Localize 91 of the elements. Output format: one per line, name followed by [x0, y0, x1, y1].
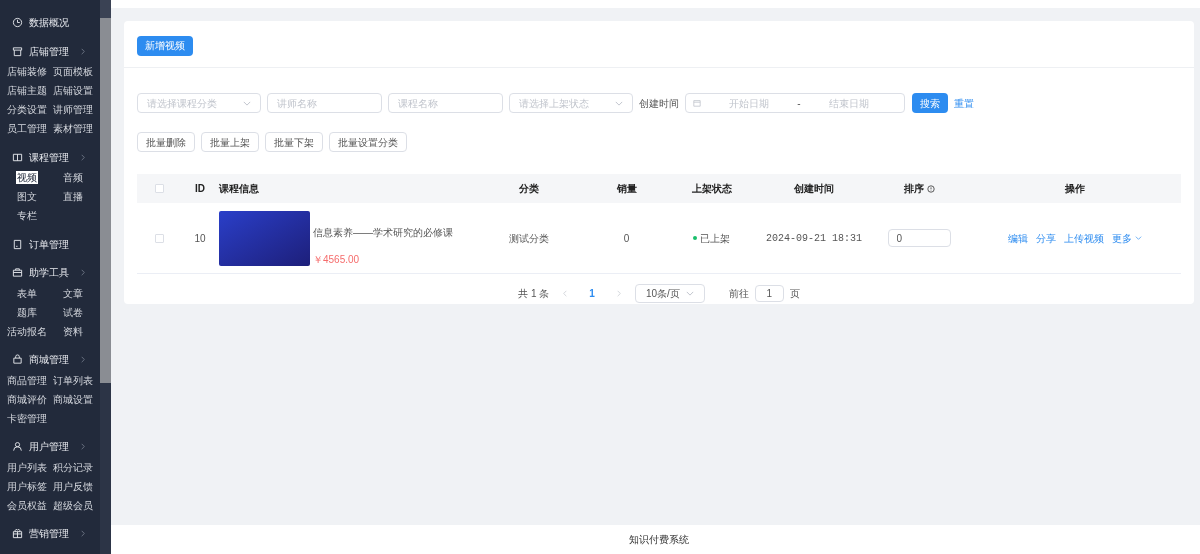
- sidebar-item[interactable]: 直播: [62, 190, 84, 204]
- chevron-down-icon: [1135, 236, 1142, 240]
- calendar-icon: [693, 99, 701, 107]
- course-title: 信息素养——学术研究的必修课: [313, 225, 453, 240]
- row-checkbox[interactable]: [154, 233, 164, 243]
- column-header: 创建时间: [794, 182, 834, 196]
- sidebar-group-header[interactable]: 营销管理: [0, 525, 100, 543]
- column-header: ID: [195, 182, 205, 196]
- toolbox-icon: [12, 267, 23, 279]
- id-cell-text: 10: [194, 231, 206, 246]
- sidebar-group-header[interactable]: 数据概况: [0, 14, 100, 31]
- batch-button[interactable]: 批量上架: [201, 132, 259, 152]
- column-header: 分类: [519, 182, 539, 196]
- chevron-down-icon: [685, 291, 694, 296]
- sidebar-group-header[interactable]: 店铺管理: [0, 42, 100, 60]
- course-name-field[interactable]: 课程名称: [388, 93, 503, 113]
- date-label: 创建时间: [639, 96, 679, 111]
- page-suffix: 页: [789, 287, 800, 301]
- sidebar-group-header[interactable]: 商城管理: [0, 351, 100, 369]
- sidebar-group-header[interactable]: 助学工具: [0, 264, 100, 282]
- sidebar-item[interactable]: 素材管理: [52, 122, 94, 136]
- sidebar-item[interactable]: 音频: [62, 171, 84, 185]
- column-header: 上架状态: [691, 182, 732, 196]
- sidebar-item[interactable]: 会员权益: [6, 498, 48, 512]
- sidebar-item[interactable]: 专栏: [16, 209, 38, 223]
- bag-icon: [12, 354, 23, 366]
- sidebar-item[interactable]: 试卷: [62, 306, 84, 319]
- batch-button[interactable]: 批量删除: [137, 132, 195, 152]
- sidebar-item[interactable]: 卡密管理: [6, 411, 48, 425]
- sidebar-item[interactable]: 店铺主题: [6, 84, 48, 98]
- action-link[interactable]: 更多: [1112, 230, 1142, 246]
- sort-field[interactable]: 0: [887, 229, 951, 247]
- page-size-select[interactable]: 10条/页: [634, 284, 705, 303]
- sidebar-item[interactable]: 题库: [16, 306, 38, 319]
- page-number[interactable]: 1: [581, 286, 603, 301]
- sidebar-group-header[interactable]: 订单管理: [0, 235, 100, 253]
- action-link[interactable]: 分享: [1036, 230, 1056, 246]
- sidebar-item[interactable]: 积分记录: [52, 460, 94, 474]
- page-jump-field[interactable]: 1: [754, 285, 784, 302]
- sidebar-group-header[interactable]: 用户管理: [0, 438, 100, 456]
- chevron-left-icon[interactable]: [563, 290, 568, 297]
- column-header: 课程信息: [219, 182, 259, 196]
- sidebar-item[interactable]: 图文: [16, 190, 38, 204]
- sidebar-item[interactable]: 页面模板: [52, 65, 94, 79]
- sidebar-item[interactable]: 店铺装修: [6, 65, 48, 79]
- scrollbar[interactable]: [100, 0, 111, 554]
- column-header: 销量: [616, 182, 637, 196]
- column-header: 排序: [903, 182, 924, 196]
- status-text: 已上架: [700, 231, 730, 246]
- batch-button[interactable]: 批量下架: [265, 132, 323, 152]
- sidebar-item[interactable]: 员工管理: [6, 122, 48, 136]
- sidebar-item[interactable]: 超级会员: [52, 498, 94, 512]
- created-time-cell-text: 2024-09-21 18:31: [766, 231, 862, 246]
- document-icon: [12, 238, 23, 250]
- batch-button[interactable]: 批量设置分类: [329, 132, 407, 152]
- chevron-down-icon: [615, 100, 623, 106]
- sidebar-item[interactable]: 视频: [16, 171, 38, 185]
- action-link[interactable]: 上传视频: [1064, 230, 1104, 246]
- goto-label: 前往: [728, 287, 749, 301]
- sidebar-item[interactable]: 活动报名: [6, 325, 48, 338]
- sidebar-item[interactable]: 讲师管理: [52, 103, 94, 117]
- sidebar-item[interactable]: 用户标签: [6, 479, 48, 493]
- gift-icon: [12, 528, 23, 540]
- sales-cell-text: 0: [623, 231, 630, 246]
- sidebar-item[interactable]: 店铺设置: [52, 84, 94, 98]
- sidebar-item[interactable]: 表单: [16, 287, 38, 300]
- info-icon: [926, 184, 935, 193]
- storefront-icon: [12, 45, 23, 57]
- sidebar-item[interactable]: 商城设置: [52, 392, 94, 406]
- book-icon: [12, 151, 23, 163]
- sidebar-item[interactable]: 商品管理: [6, 373, 48, 387]
- category-cell-text: 测试分类: [509, 231, 549, 246]
- action-link[interactable]: 编辑: [1008, 230, 1028, 246]
- sidebar-item[interactable]: 商城评价: [6, 392, 48, 406]
- sidebar-item[interactable]: 文章: [62, 287, 84, 300]
- clock-icon: [12, 17, 23, 28]
- user-icon: [12, 441, 23, 453]
- chevron-right-icon[interactable]: [616, 290, 621, 297]
- sidebar-item[interactable]: 用户列表: [6, 460, 48, 474]
- column-header: 操作: [1065, 182, 1085, 196]
- sidebar-item[interactable]: 资料: [62, 325, 84, 338]
- chevron-down-icon: [243, 100, 251, 106]
- sidebar-group-header[interactable]: 课程管理: [0, 148, 100, 166]
- reset-link[interactable]: 重置: [954, 95, 974, 111]
- sidebar-item[interactable]: 用户反馈: [52, 479, 94, 493]
- select-all-checkbox[interactable]: [154, 184, 164, 193]
- course-price: ￥4565.00: [313, 252, 361, 267]
- sidebar-item[interactable]: 订单列表: [52, 373, 94, 387]
- total-count: 共 1 条: [518, 287, 550, 301]
- footer-text: 知识付费系统: [111, 525, 1200, 554]
- sidebar-item[interactable]: 分类设置: [6, 103, 48, 117]
